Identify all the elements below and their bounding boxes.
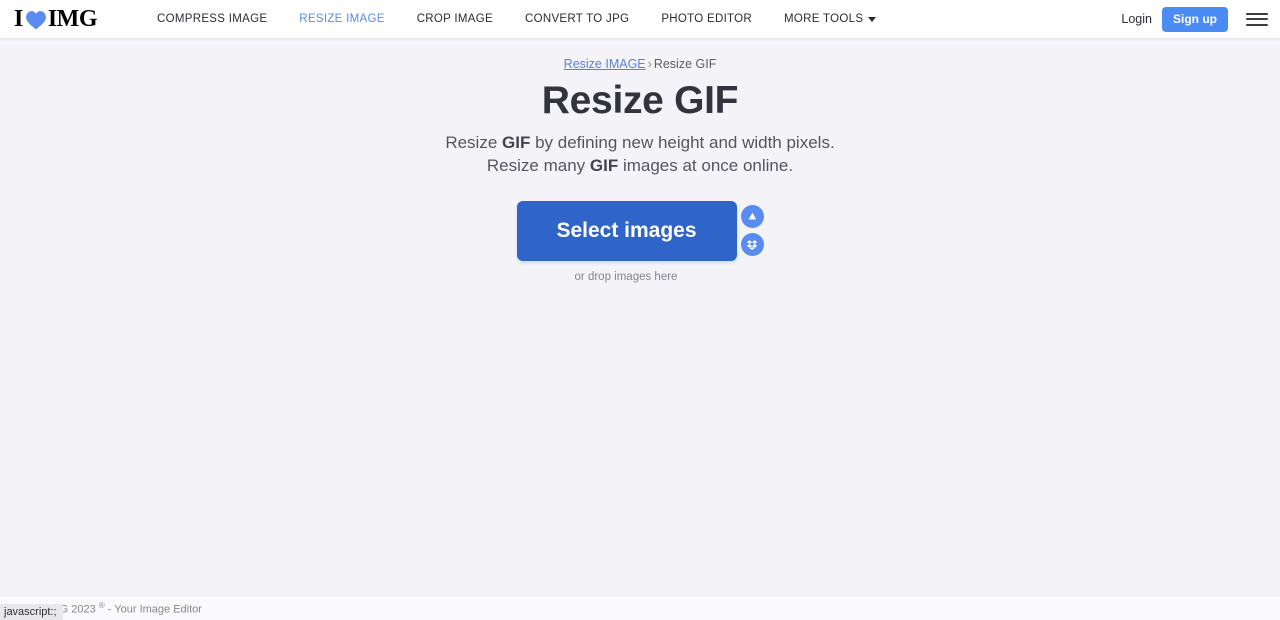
- nav-item-convert-to-jpg[interactable]: CONVERT TO JPG: [509, 13, 645, 25]
- nav-item-more-tools[interactable]: MORE TOOLS: [768, 13, 892, 25]
- nav-item-more-tools-label: MORE TOOLS: [784, 13, 864, 25]
- header-actions: Login Sign up: [1121, 6, 1268, 32]
- page-subtitle: Resize GIF by defining new height and wi…: [0, 132, 1280, 177]
- subtitle-line-2-part-a: Resize many: [486, 155, 590, 175]
- upload-area: Select images: [0, 201, 1280, 262]
- breadcrumb: Resize IMAGE › Resize GIF: [0, 56, 1280, 74]
- cloud-import-buttons: [740, 201, 764, 257]
- breadcrumb-separator: ›: [647, 57, 652, 71]
- drop-images-hint: or drop images here: [574, 271, 678, 284]
- subtitle-line-1: Resize GIF by defining new height and wi…: [0, 132, 1280, 154]
- hamburger-bar: [1246, 23, 1268, 26]
- subtitle-line-1-part-c: by defining new height and width pixels.: [530, 133, 835, 153]
- nav-item-crop-image[interactable]: CROP IMAGE: [401, 13, 509, 25]
- subtitle-line-2-part-c: images at once online.: [618, 155, 794, 175]
- hamburger-menu-icon[interactable]: [1246, 12, 1268, 27]
- site-footer: © iLoveIMG 2023 ® - Your Image Editor: [0, 595, 1280, 620]
- nav-item-compress-image[interactable]: COMPRESS IMAGE: [141, 13, 283, 25]
- nav-item-resize-image[interactable]: RESIZE IMAGE: [283, 13, 400, 25]
- heart-icon: [25, 10, 47, 30]
- nav-item-photo-editor[interactable]: PHOTO EDITOR: [645, 13, 768, 25]
- logo-text-after: IMG: [47, 6, 98, 32]
- subtitle-line-1-emphasis: GIF: [502, 133, 531, 153]
- main-content: Resize IMAGE › Resize GIF Resize GIF Resiz…: [0, 39, 1280, 595]
- chevron-down-icon: [868, 16, 877, 22]
- site-logo[interactable]: I IMG: [14, 6, 98, 32]
- subtitle-line-1-part-a: Resize: [445, 133, 503, 153]
- hamburger-bar: [1246, 12, 1268, 15]
- footer-copyright-tail: - Your Image Editor: [104, 603, 202, 616]
- breadcrumb-link-resize-image[interactable]: Resize IMAGE: [564, 57, 646, 71]
- upload-controls: Select images: [516, 201, 764, 262]
- site-header: I IMG COMPRESS IMAGE RESIZE IMAGE CROP I…: [0, 0, 1280, 39]
- logo-text-before: I: [14, 6, 23, 32]
- google-drive-icon[interactable]: [740, 205, 764, 229]
- page-title: Resize GIF: [541, 78, 739, 122]
- main-navigation: COMPRESS IMAGE RESIZE IMAGE CROP IMAGE C…: [141, 13, 892, 25]
- subtitle-line-2: Resize many GIF images at once online.: [0, 155, 1280, 177]
- browser-status-bar: javascript:;: [0, 604, 63, 620]
- subtitle-line-2-emphasis: GIF: [589, 155, 619, 175]
- hamburger-bar: [1246, 18, 1268, 20]
- login-link[interactable]: Login: [1121, 12, 1152, 26]
- dropbox-icon[interactable]: [740, 233, 764, 257]
- breadcrumb-current: Resize GIF: [653, 57, 717, 71]
- signup-button[interactable]: Sign up: [1162, 6, 1228, 32]
- select-images-button[interactable]: Select images: [516, 201, 737, 262]
